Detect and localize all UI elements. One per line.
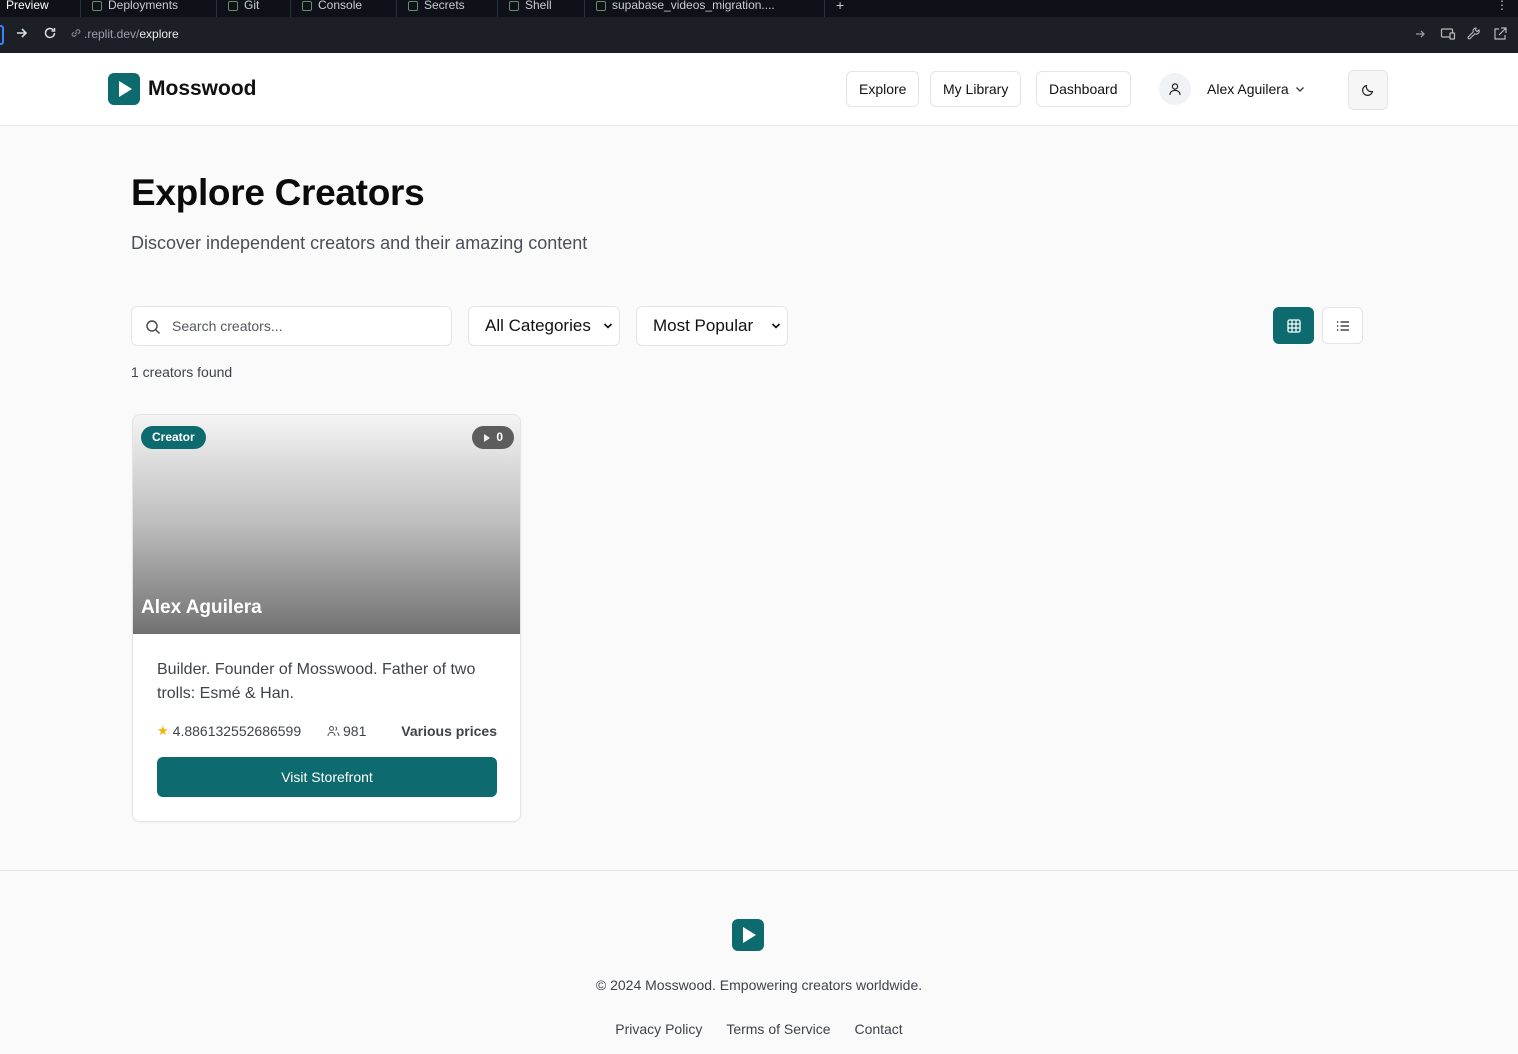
ide-tab-label: supabase_videos_migration....: [612, 0, 775, 12]
terms-of-service-link[interactable]: Terms of Service: [726, 1021, 830, 1037]
new-tab-icon[interactable]: +: [836, 0, 844, 17]
privacy-policy-link[interactable]: Privacy Policy: [615, 1021, 702, 1037]
url-host: .replit.dev/: [84, 27, 140, 41]
grid-view-button[interactable]: [1273, 307, 1314, 344]
brand-name: Mosswood: [148, 77, 257, 100]
user-menu[interactable]: Alex Aguilera: [1159, 73, 1305, 105]
ide-tab-git[interactable]: Git: [228, 0, 259, 17]
console-icon: [302, 0, 312, 11]
user-name: Alex Aguilera: [1207, 81, 1289, 97]
list-icon: [1336, 320, 1349, 331]
preview-url-bar: .replit.dev/explore: [0, 17, 1518, 53]
external-link-icon[interactable]: [1492, 26, 1510, 44]
forward-icon[interactable]: [13, 26, 31, 44]
category-select-value: All Categories: [485, 316, 591, 335]
ide-tab-shell[interactable]: Shell: [509, 0, 552, 17]
mosswood-logo-icon: [732, 919, 764, 951]
rating-value: 4.886132552686599: [172, 723, 302, 739]
lock-icon: [408, 0, 418, 11]
contact-link[interactable]: Contact: [854, 1021, 902, 1037]
moon-icon: [1362, 84, 1374, 96]
brand-home-link[interactable]: Mosswood: [108, 73, 257, 105]
deploy-icon: [92, 0, 102, 11]
users-icon: [327, 726, 340, 737]
ide-tab-secrets[interactable]: Secrets: [408, 0, 465, 17]
url-field[interactable]: .replit.dev/explore: [70, 27, 179, 41]
ide-tab-deployments[interactable]: Deployments: [92, 0, 178, 17]
ide-tab-label: Deployments: [108, 0, 179, 12]
link-icon: [71, 29, 81, 37]
footer: © 2024 Mosswood. Empowering creators wor…: [0, 870, 1518, 1054]
focus-indicator: [0, 25, 4, 45]
ide-tab-label: Console: [318, 0, 363, 12]
git-icon: [228, 0, 238, 11]
mosswood-logo-icon: [108, 73, 140, 105]
go-icon[interactable]: [1412, 26, 1430, 44]
creator-name: Alex Aguilera: [141, 597, 262, 618]
ide-tab-migration[interactable]: supabase_videos_migration....: [596, 0, 775, 17]
subscriber-count: 981: [343, 723, 367, 739]
creator-rating: ★ 4.886132552686599: [157, 723, 301, 739]
app-header: Mosswood Explore My Library Dashboard Al…: [0, 53, 1518, 126]
sort-select[interactable]: Most Popular: [636, 306, 788, 346]
devices-icon[interactable]: [1440, 26, 1458, 44]
play-icon: [484, 433, 491, 442]
search-box: [131, 306, 452, 346]
copyright-text: © 2024 Mosswood. Empowering creators wor…: [595, 977, 923, 993]
video-count-badge: 0: [472, 426, 514, 449]
grid-icon: [1286, 318, 1301, 333]
reload-icon[interactable]: [41, 26, 59, 44]
ide-tab-label: Git: [244, 0, 260, 12]
page-subtitle: Discover independent creators and their …: [131, 233, 588, 253]
nav-explore-button[interactable]: Explore: [846, 71, 920, 107]
star-icon: ★: [157, 723, 169, 738]
list-view-button[interactable]: [1322, 307, 1363, 344]
creator-price: Various prices: [401, 723, 497, 739]
results-count: 1 creators found: [131, 364, 233, 380]
chevron-down-icon: [1295, 87, 1304, 92]
ide-tab-label: Secrets: [424, 0, 465, 12]
creator-bio: Builder. Founder of Mosswood. Father of …: [157, 661, 476, 702]
ide-tab-label: Preview: [6, 0, 49, 12]
nav-my-library-button[interactable]: My Library: [930, 71, 1022, 107]
page-title: Explore Creators: [131, 172, 425, 213]
database-icon: [596, 0, 606, 11]
wrench-icon[interactable]: [1466, 26, 1484, 44]
chevron-down-icon: [603, 323, 613, 329]
search-input[interactable]: [172, 316, 442, 336]
search-icon: [146, 320, 160, 334]
more-icon[interactable]: ⋮: [1496, 0, 1508, 17]
visit-storefront-button[interactable]: Visit Storefront: [157, 757, 497, 797]
shell-icon: [509, 0, 519, 11]
user-icon: [1169, 83, 1181, 96]
theme-toggle-button[interactable]: [1348, 70, 1388, 110]
nav-dashboard-button[interactable]: Dashboard: [1036, 71, 1131, 107]
ide-tab-console[interactable]: Console: [302, 0, 362, 17]
ide-tab-label: Shell: [525, 0, 552, 12]
creator-stats: ★ 4.886132552686599 981 Various prices: [157, 722, 497, 742]
url-path: explore: [139, 27, 179, 41]
creator-badge: Creator: [141, 426, 206, 449]
ide-tab-preview[interactable]: Preview: [6, 0, 49, 17]
user-avatar: [1159, 73, 1191, 105]
ide-tab-bar: Preview Deployments Git Console Secrets …: [0, 0, 1518, 17]
chevron-down-icon: [771, 323, 781, 329]
creator-card[interactable]: Creator 0 Alex Aguilera Builder. Founder…: [132, 414, 521, 822]
category-select[interactable]: All Categories: [468, 306, 620, 346]
video-count: 0: [496, 430, 503, 444]
creator-cover-image: Creator 0 Alex Aguilera: [133, 415, 520, 634]
sort-select-value: Most Popular: [653, 316, 754, 335]
footer-links: Privacy Policy Terms of Service Contact: [0, 1021, 1518, 1037]
creator-subscribers: 981: [327, 723, 366, 739]
